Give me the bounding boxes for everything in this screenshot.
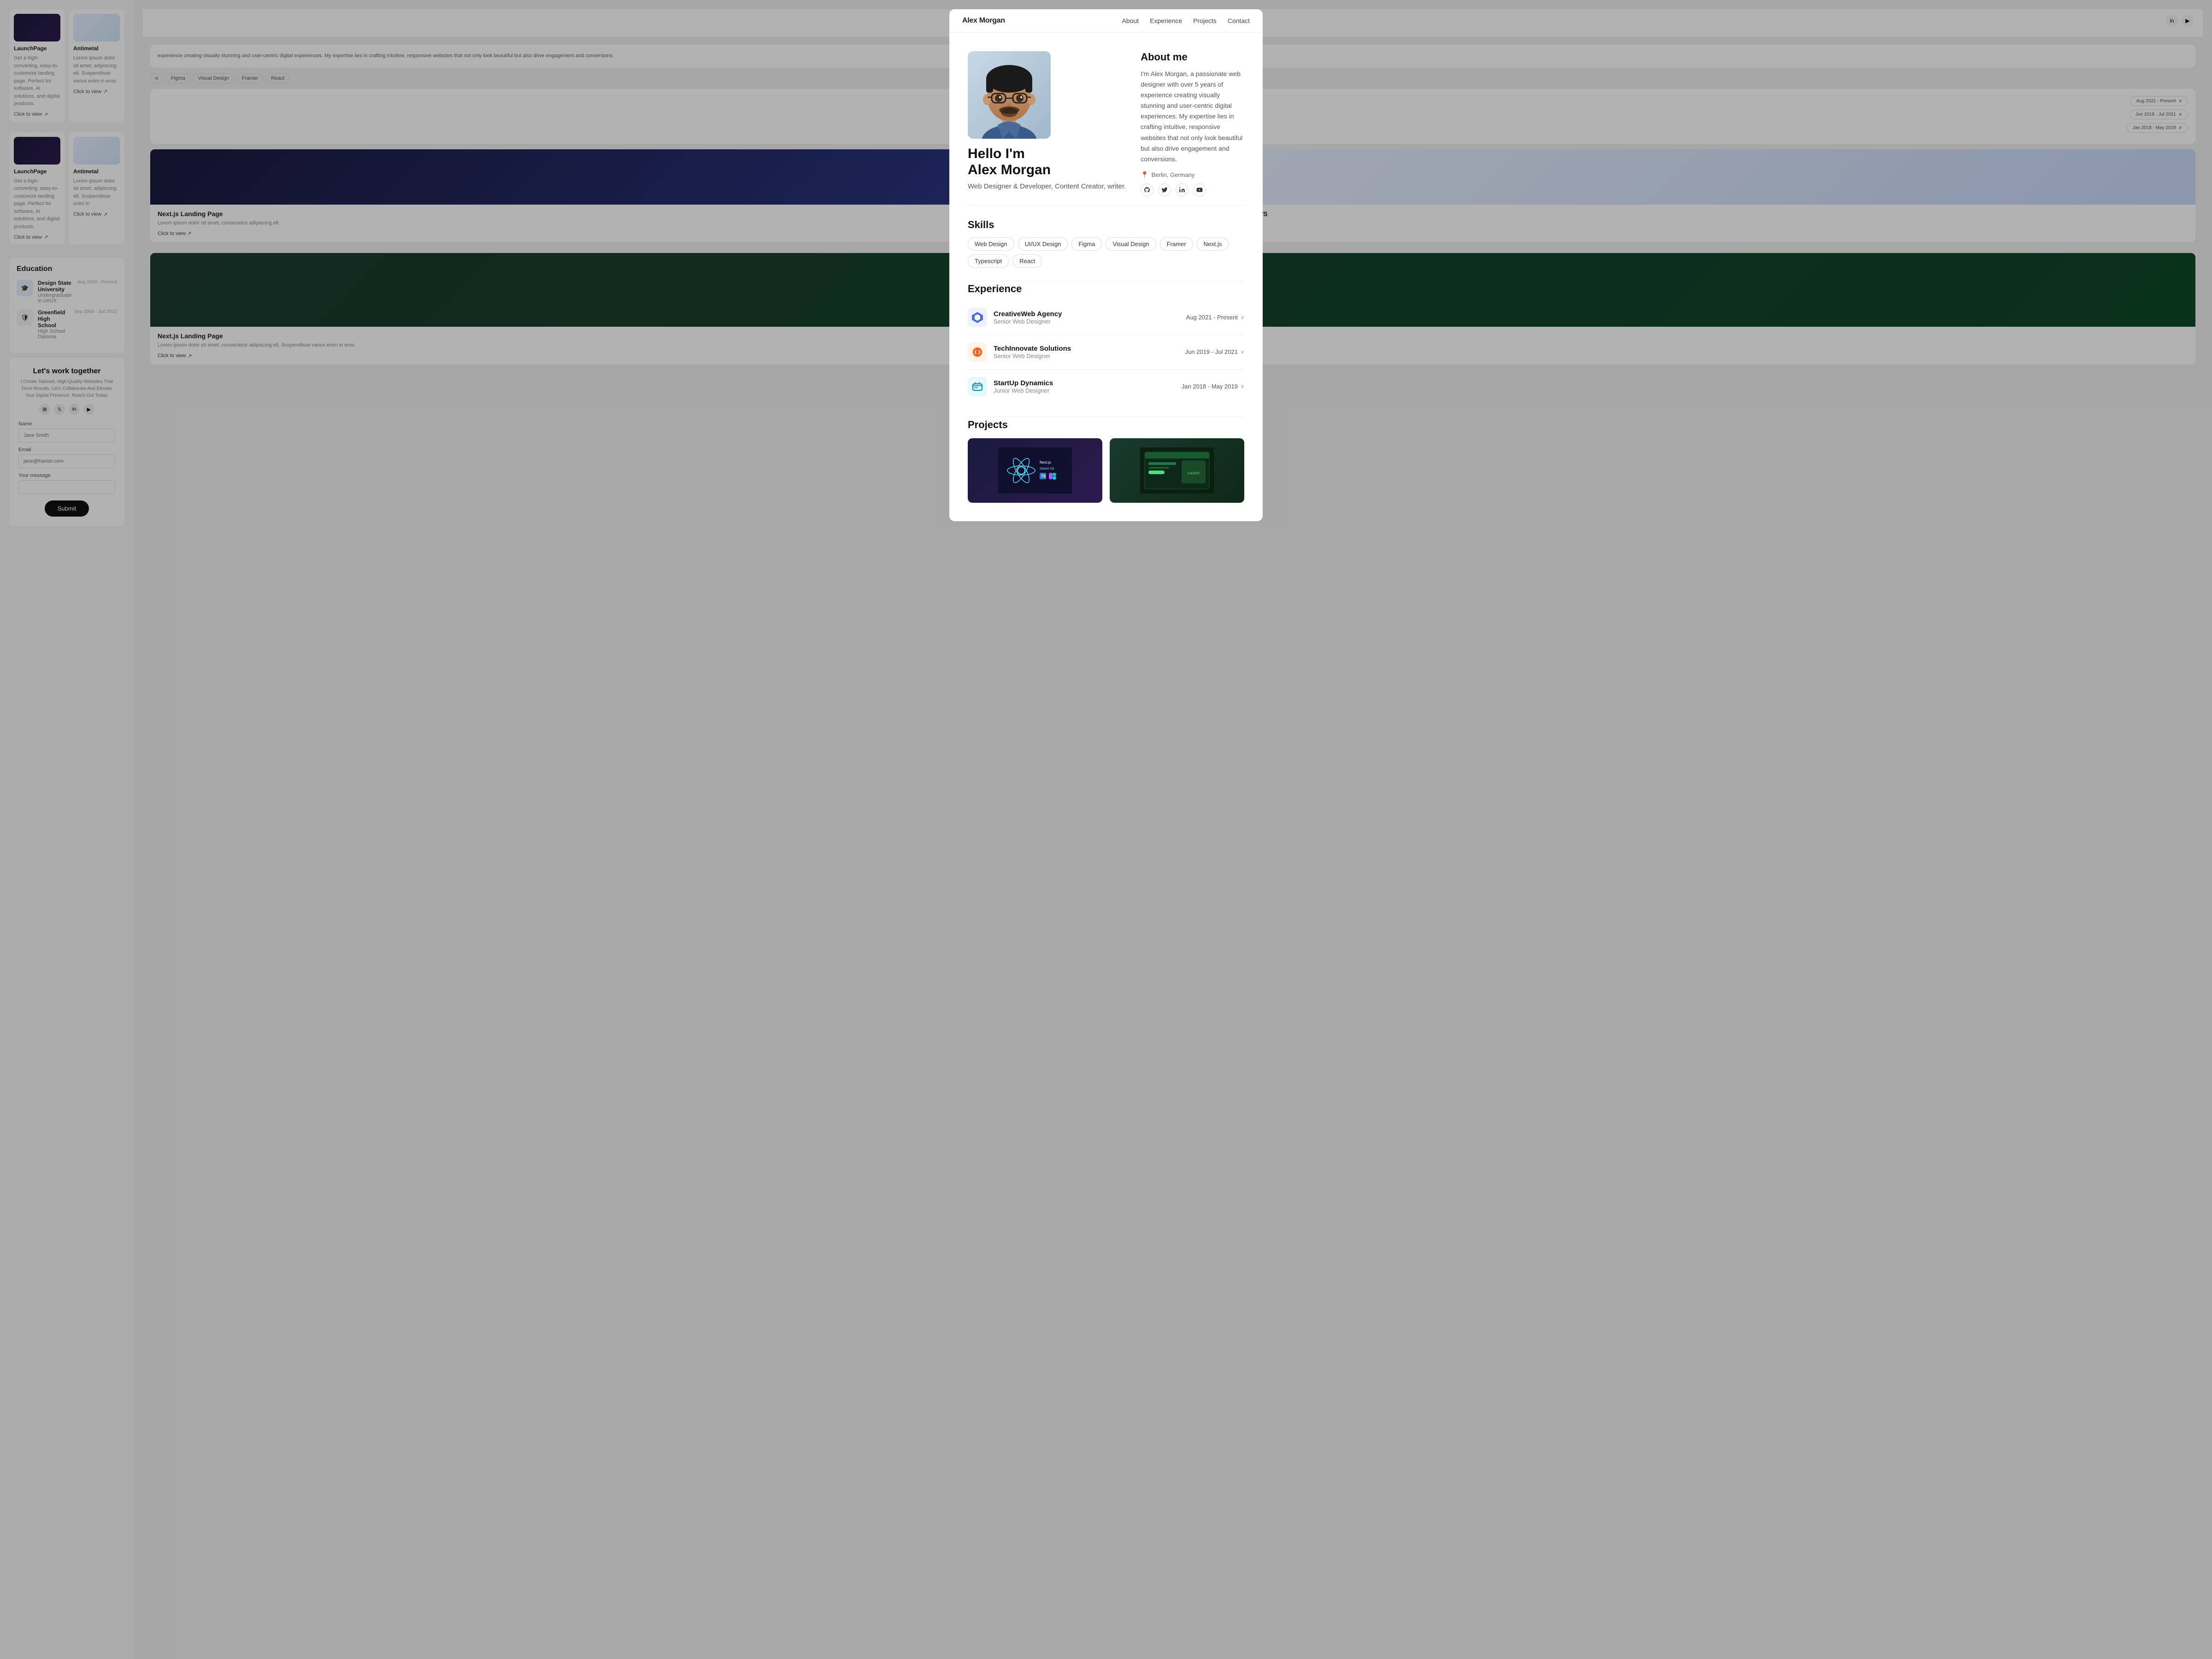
skill-tag-2: Figma [1071,237,1102,251]
modal-navbar: Alex Morgan About Experience Projects Co… [949,9,1263,33]
project-0-visual: Next.js Starter Kit TS [998,447,1072,494]
about-title: About me [1141,51,1244,63]
nav-experience[interactable]: Experience [1150,17,1182,24]
svg-text:Next.js: Next.js [1040,460,1051,465]
skill-tag-3: Visual Design [1106,237,1156,251]
greeting: Hello I'm [968,146,1025,161]
nav-contact[interactable]: Contact [1228,17,1250,24]
social-icons [1141,183,1244,196]
hero-section: Hello I'm Alex Morgan Web Designer & Dev… [949,33,1263,206]
nav-logo: Alex Morgan [962,17,1005,25]
exp-logo-2 [968,377,987,396]
projects-title: Projects [968,419,1244,431]
skill-tag-4: Framer [1160,237,1193,251]
hero-left: Hello I'm Alex Morgan Web Designer & Dev… [968,51,1126,191]
location-text: Berlin, Germany [1152,171,1195,178]
hero-name: Alex Morgan [968,162,1051,177]
exp-info-1: TechInnovate Solutions Senior Web Design… [994,345,1179,359]
project-card-1[interactable]: Launch [1110,438,1244,503]
svg-text:Starter Kit: Starter Kit [1040,467,1054,471]
hero-title-block: Hello I'm Alex Morgan Web Designer & Dev… [968,146,1126,191]
modal-window: Alex Morgan About Experience Projects Co… [949,9,1263,521]
skill-tag-7: React [1012,254,1042,268]
exp-role-2: Junior Web Designer [994,387,1175,394]
svg-text:Launch: Launch [1188,471,1200,475]
chevron-2: ∨ [1241,383,1244,389]
skill-tag-1: UI/UX Design [1018,237,1068,251]
experience-title: Experience [968,283,1244,295]
youtube-icon[interactable] [1193,183,1206,196]
location-row: 📍 Berlin, Germany [1141,171,1244,179]
projects-grid: Next.js Starter Kit TS [968,438,1244,503]
nav-projects[interactable]: Projects [1193,17,1217,24]
project-card-0[interactable]: Next.js Starter Kit TS [968,438,1102,503]
skills-title: Skills [968,219,1244,231]
exp-item-0: CreativeWeb Agency Senior Web Designer A… [968,300,1244,335]
exp-company-1: TechInnovate Solutions [994,345,1179,353]
twitter-icon[interactable] [1158,183,1171,196]
skills-tags-row: Web Design UI/UX Design Figma Visual Des… [968,237,1244,268]
avatar [968,51,1051,139]
exp-item-2: StartUp Dynamics Junior Web Designer Jan… [968,370,1244,404]
svg-text:TS: TS [1041,474,1046,478]
exp-date-2[interactable]: Jan 2018 - May 2019 ∨ [1182,383,1244,390]
hero-greeting-name: Hello I'm Alex Morgan [968,146,1126,178]
projects-section: Projects Next.js [949,417,1263,521]
skill-tag-0: Web Design [968,237,1014,251]
avatar-svg [968,51,1051,139]
exp-date-1[interactable]: Jun 2019 - Jul 2021 ∨ [1185,348,1244,355]
hero-right: About me I'm Alex Morgan, a passionate w… [1141,51,1244,196]
exp-company-0: CreativeWeb Agency [994,310,1180,318]
github-icon[interactable] [1141,183,1153,196]
experience-section: Experience CreativeWeb Agency Senior Web… [949,281,1263,417]
exp-item-1: TechInnovate Solutions Senior Web Design… [968,335,1244,370]
about-bio: I'm Alex Morgan, a passionate web design… [1141,69,1244,165]
exp-role-0: Senior Web Designer [994,318,1180,325]
exp-date-0[interactable]: Aug 2021 - Present ∨ [1186,314,1244,321]
skill-tag-5: Next.js [1197,237,1229,251]
exp-info-2: StartUp Dynamics Junior Web Designer [994,379,1175,394]
chevron-1: ∨ [1241,349,1244,355]
exp-company-2: StartUp Dynamics [994,379,1175,387]
linkedin-icon[interactable] [1176,183,1188,196]
chevron-0: ∨ [1241,314,1244,320]
skill-tag-6: Typescript [968,254,1009,268]
exp-logo-0 [968,308,987,327]
project-1-visual: Launch [1140,447,1214,494]
exp-info-0: CreativeWeb Agency Senior Web Designer [994,310,1180,325]
location-pin-icon: 📍 [1141,171,1148,179]
hero-subtitle: Web Designer & Developer, Content Creato… [968,182,1126,191]
exp-role-1: Senior Web Designer [994,353,1179,359]
nav-links: About Experience Projects Contact [1122,17,1250,24]
modal-overlay: Alex Morgan About Experience Projects Co… [0,0,2212,1659]
exp-logo-1 [968,342,987,362]
nav-about[interactable]: About [1122,17,1139,24]
skills-section: Skills Web Design UI/UX Design Figma Vis… [949,206,1263,281]
